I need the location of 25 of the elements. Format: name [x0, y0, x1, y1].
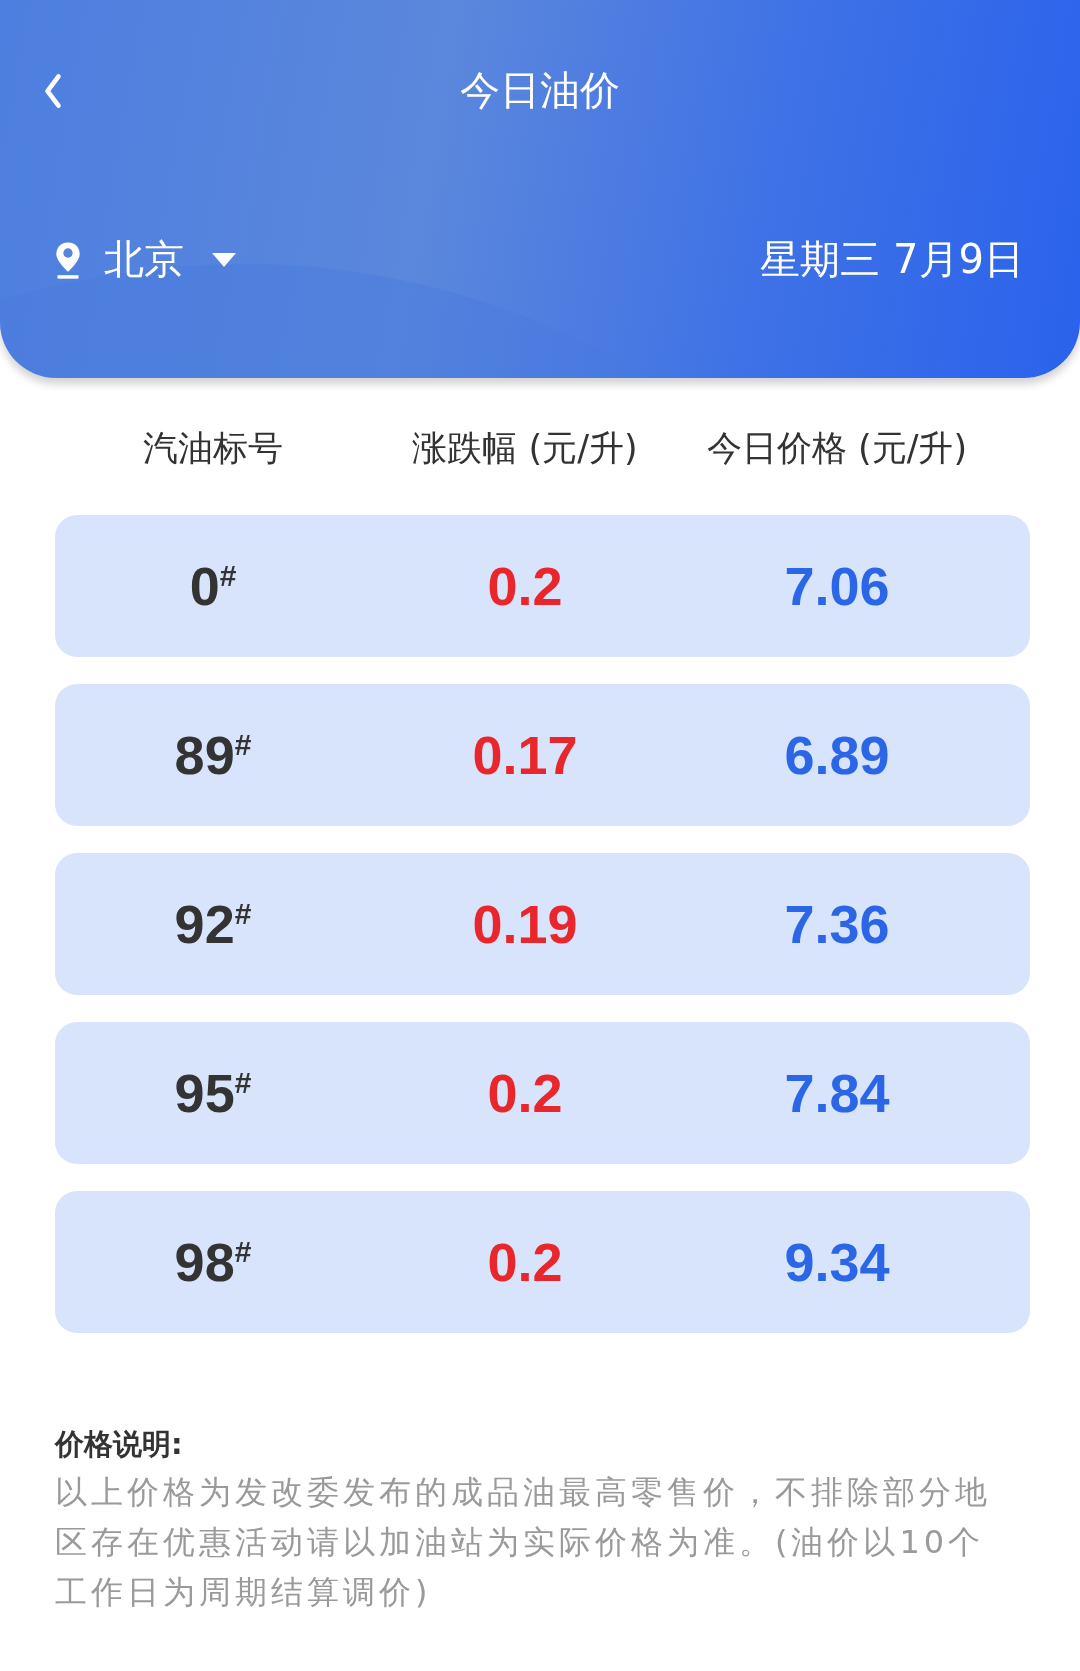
fuel-grade: 95$^{#}$ — [174, 1062, 252, 1124]
back-icon[interactable] — [42, 72, 64, 110]
page-title: 今日油价 — [460, 65, 620, 115]
price-change: 0.19 — [472, 893, 578, 955]
fuel-grade: 92$^{#}$ — [174, 893, 252, 955]
fuel-price: 6.89 — [784, 724, 890, 786]
note-title: 价格说明: — [55, 1426, 184, 1463]
fuel-grade: 89$^{#}$ — [174, 724, 252, 786]
note-text: 以上价格为发改委发布的成品油最高零售价，不排除部分地区存在优惠活动请以加油站为实际价格为准。(油价以10个工作日为周期结算调价) — [55, 1472, 992, 1613]
price-change: 0.2 — [487, 1062, 563, 1124]
fuel-price: 7.06 — [784, 555, 890, 617]
fuel-price: 7.84 — [784, 1062, 890, 1124]
price-change: 0.17 — [472, 724, 578, 786]
fuel-grade: 0$^{#}$ — [189, 555, 237, 617]
fuel-grade: 98$^{#}$ — [174, 1231, 252, 1293]
column-header: 今日价格 (元/升) — [705, 426, 969, 470]
fuel-price: 7.36 — [784, 893, 890, 955]
city-selector[interactable]: 北京 — [54, 232, 236, 287]
date-label: 星期三 7月9日 — [760, 235, 1024, 284]
caret-icon — [212, 252, 236, 267]
fuel-price: 9.34 — [784, 1231, 890, 1293]
price-change: 0.2 — [487, 555, 563, 617]
column-header: 涨跌幅 (元/升) — [411, 426, 639, 470]
column-header: 汽油标号 — [142, 426, 284, 470]
price-change: 0.2 — [487, 1231, 563, 1293]
